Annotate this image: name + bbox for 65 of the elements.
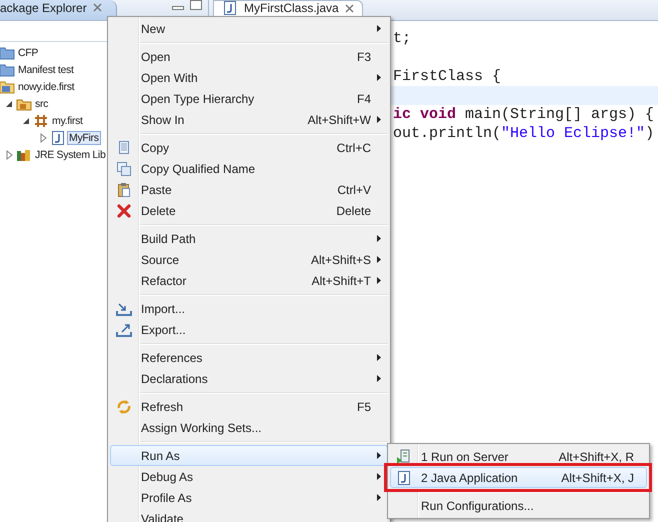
menu-item[interactable]: Open With xyxy=(110,67,388,88)
menu-item[interactable]: Profile As xyxy=(110,487,388,508)
submenu-arrow-icon xyxy=(377,354,381,361)
tree-item[interactable]: nowy.ide.first xyxy=(16,80,76,94)
submenu-arrow-icon xyxy=(377,74,381,81)
menu-item[interactable]: Build Path xyxy=(110,228,388,249)
submenu-arrow-icon xyxy=(377,277,381,284)
tree-item[interactable]: MyFirs xyxy=(67,130,101,144)
package-icon xyxy=(33,112,49,128)
java-file-icon xyxy=(396,470,412,486)
menu-item[interactable]: Run As xyxy=(110,445,388,466)
menu-item[interactable]: Copy Ctrl+C xyxy=(110,137,388,158)
delete-icon xyxy=(116,202,132,218)
submenu-arrow-icon xyxy=(377,452,381,459)
close-icon[interactable] xyxy=(344,4,354,12)
code-line: t; xyxy=(393,29,412,48)
tree-item[interactable]: Manifest test xyxy=(16,62,76,76)
code-line: FirstClass { xyxy=(393,67,502,86)
menu-item[interactable]: Declarations xyxy=(110,368,388,389)
project-folder-icon xyxy=(0,78,15,94)
menu-item[interactable]: Import... xyxy=(110,298,388,319)
menu-item[interactable]: Open Type Hierarchy F4 xyxy=(110,88,388,109)
menu-item[interactable]: 1 Run on Server Alt+Shift+X, R xyxy=(390,446,647,467)
submenu-arrow-icon xyxy=(377,25,381,32)
submenu-arrow-icon xyxy=(377,256,381,263)
tree-item[interactable]: JRE System Lib xyxy=(33,148,108,162)
code-line: ic void main(String[] args) { xyxy=(393,105,654,124)
code-line: out.println("Hello Eclipse!") xyxy=(393,124,654,143)
export-icon xyxy=(116,322,132,338)
folder-icon xyxy=(0,62,15,78)
paste-icon xyxy=(116,182,132,198)
maximize-icon[interactable] xyxy=(190,0,202,10)
java-file-icon xyxy=(50,130,66,146)
minimize-icon[interactable] xyxy=(172,6,184,10)
menu-item[interactable]: New xyxy=(110,18,388,39)
menu-item[interactable]: Show In Alt+Shift+W xyxy=(110,109,388,130)
menu-item[interactable]: Assign Working Sets... xyxy=(110,417,388,438)
refresh-icon xyxy=(116,398,132,414)
submenu-arrow-icon xyxy=(377,235,381,242)
tree-item[interactable]: src xyxy=(33,96,50,110)
menu-item[interactable]: Debug As xyxy=(110,466,388,487)
menu-item[interactable]: Source Alt+Shift+S xyxy=(110,249,388,270)
folder-icon xyxy=(0,44,15,60)
menu-item[interactable]: Delete Delete xyxy=(110,200,388,221)
tree-item[interactable]: CFP xyxy=(16,46,40,60)
menu-item[interactable]: Export... xyxy=(110,319,388,340)
submenu-arrow-icon xyxy=(377,473,381,480)
copy-qualified-icon xyxy=(116,160,132,176)
copy-icon xyxy=(116,140,132,156)
menu-item[interactable]: Copy Qualified Name xyxy=(110,158,388,179)
java-file-icon xyxy=(222,0,238,16)
server-icon xyxy=(396,448,412,464)
explorer-tab[interactable]: ackage Explorer xyxy=(0,0,117,20)
import-icon xyxy=(116,300,132,316)
menu-item[interactable]: Paste Ctrl+V xyxy=(110,179,388,200)
tree-item[interactable]: my.first xyxy=(50,114,85,128)
menu-item[interactable]: Refactor Alt+Shift+T xyxy=(110,270,388,291)
close-icon[interactable] xyxy=(92,3,102,12)
submenu-arrow-icon xyxy=(377,375,381,382)
menu-item[interactable]: Open F3 xyxy=(110,46,388,67)
submenu-arrow-icon xyxy=(377,494,381,501)
menu-item[interactable]: Refresh F5 xyxy=(110,396,388,417)
submenu-arrow-icon xyxy=(377,116,381,123)
menu-item[interactable]: Run Configurations... xyxy=(390,495,647,516)
menu-item[interactable]: References xyxy=(110,347,388,368)
